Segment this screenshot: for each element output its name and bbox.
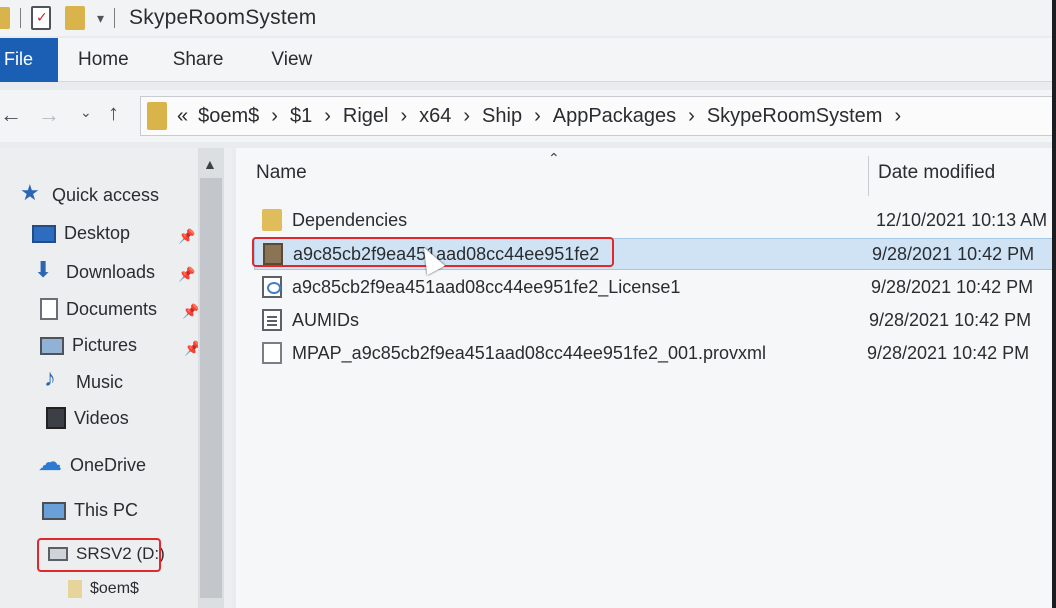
column-header-date-modified[interactable]: Date modified xyxy=(878,148,995,198)
nav-item-label: Downloads xyxy=(66,261,156,282)
chevron-right-icon[interactable]: › xyxy=(534,105,541,128)
pictures-icon xyxy=(40,336,64,355)
file-date: 9/28/2021 10:42 PM xyxy=(871,276,1034,297)
breadcrumb-rigel[interactable]: Rigel xyxy=(343,105,389,128)
file-row[interactable]: a9c85cb2f9ea451aad08cc44ee951fe2_License… xyxy=(262,271,1056,303)
downloads-icon xyxy=(34,257,58,283)
text-file-icon xyxy=(262,309,282,331)
desktop-icon xyxy=(32,224,56,243)
nav-pane-scrollbar[interactable]: ▲ xyxy=(198,148,224,608)
folder-icon xyxy=(68,580,82,598)
nav-item-label: Quick access xyxy=(52,184,160,205)
tab-view[interactable]: View xyxy=(271,38,312,82)
nav-item-this-pc[interactable]: This PC xyxy=(42,500,138,521)
chevron-right-icon[interactable]: › xyxy=(894,105,901,128)
folder-icon xyxy=(262,209,282,231)
music-icon xyxy=(44,365,68,393)
chevron-right-icon[interactable]: › xyxy=(688,105,695,128)
nav-item-videos[interactable]: Videos xyxy=(46,407,129,429)
breadcrumb-apppackages[interactable]: AppPackages xyxy=(553,105,676,128)
onedrive-icon xyxy=(38,448,62,477)
pin-icon[interactable]: 📌 xyxy=(182,303,199,320)
nav-item-downloads[interactable]: Downloads xyxy=(34,257,156,283)
nav-item-label: Documents xyxy=(66,298,158,319)
file-list: ⌃ Name Date modified Dependencies 12/10/… xyxy=(236,148,1056,608)
nav-item-oem[interactable]: $oem$ xyxy=(68,580,139,598)
nav-item-quick-access[interactable]: Quick access xyxy=(20,180,160,206)
pin-icon[interactable]: 📌 xyxy=(178,228,195,245)
divider xyxy=(114,8,116,28)
chevron-right-icon[interactable]: › xyxy=(324,105,331,128)
folder-icon xyxy=(0,7,10,29)
file-name: AUMIDs xyxy=(292,309,359,330)
file-row[interactable]: Dependencies 12/10/2021 10:13 AM xyxy=(262,204,1056,236)
back-arrow-icon[interactable]: ← xyxy=(0,102,22,128)
breadcrumb-oem[interactable]: $oem$ xyxy=(198,105,259,128)
highlight-outline xyxy=(37,538,161,572)
tab-file[interactable]: File xyxy=(0,37,58,82)
title-bar: ▾ SkypeRoomSystem xyxy=(0,0,1056,36)
file-row[interactable]: AUMIDs 9/28/2021 10:42 PM xyxy=(262,304,1056,336)
chevron-right-icon[interactable]: › xyxy=(271,105,278,128)
screen-bezel xyxy=(1052,0,1056,608)
nav-item-music[interactable]: Music xyxy=(44,365,124,393)
column-divider[interactable] xyxy=(868,156,869,196)
nav-item-documents[interactable]: Documents xyxy=(40,298,157,320)
breadcrumb-ship[interactable]: Ship xyxy=(482,105,522,128)
nav-item-label: Desktop xyxy=(64,223,131,243)
address-bar[interactable]: « $oem$ › $1 › Rigel › x64 › Ship › AppP… xyxy=(140,96,1056,136)
star-icon xyxy=(20,180,44,206)
recent-locations-icon[interactable]: ⌄ xyxy=(80,104,92,121)
folder-icon xyxy=(147,102,167,130)
nav-item-label: This PC xyxy=(74,500,139,520)
nav-item-label: $oem$ xyxy=(90,580,139,597)
divider xyxy=(20,8,21,28)
nav-item-label: Pictures xyxy=(72,335,138,355)
up-arrow-icon[interactable]: ↑ xyxy=(108,100,119,126)
videos-icon xyxy=(46,407,66,429)
nav-item-desktop[interactable]: Desktop xyxy=(32,223,130,244)
tab-home[interactable]: Home xyxy=(78,38,129,82)
breadcrumb-overflow[interactable]: « xyxy=(177,105,188,128)
breadcrumb-skyperoomsystem[interactable]: SkypeRoomSystem xyxy=(707,105,883,128)
file-name: Dependencies xyxy=(292,209,408,230)
license-file-icon xyxy=(262,276,282,298)
properties-icon[interactable] xyxy=(31,6,51,30)
chevron-right-icon[interactable]: › xyxy=(463,105,470,128)
scrollbar-thumb[interactable] xyxy=(200,178,222,598)
file-date: 12/10/2021 10:13 AM xyxy=(876,209,1048,230)
column-header-name[interactable]: Name xyxy=(256,148,307,198)
tab-share[interactable]: Share xyxy=(173,38,224,82)
file-date: 9/28/2021 10:42 PM xyxy=(867,342,1030,363)
sort-ascending-icon: ⌃ xyxy=(548,150,560,166)
breadcrumb-x64[interactable]: x64 xyxy=(419,105,451,128)
nav-item-label: OneDrive xyxy=(70,454,147,475)
this-pc-icon xyxy=(42,501,66,520)
customize-quick-access-icon[interactable]: ▾ xyxy=(97,10,104,27)
nav-item-label: Videos xyxy=(74,407,129,428)
nav-item-pictures[interactable]: Pictures xyxy=(40,335,137,356)
chevron-right-icon[interactable]: › xyxy=(400,105,407,128)
documents-icon xyxy=(40,298,58,320)
file-name: a9c85cb2f9ea451aad08cc44ee951fe2_License… xyxy=(292,276,681,297)
file-row[interactable]: MPAP_a9c85cb2f9ea451aad08cc44ee951fe2_00… xyxy=(262,337,1056,369)
forward-arrow-icon[interactable]: → xyxy=(38,102,60,128)
file-date: 9/28/2021 10:42 PM xyxy=(869,309,1032,330)
nav-item-label: Music xyxy=(76,371,124,392)
ribbon-tabs: File Home Share View xyxy=(0,37,1056,82)
new-folder-icon[interactable] xyxy=(65,6,85,30)
scroll-up-icon[interactable]: ▲ xyxy=(203,156,217,172)
pin-icon[interactable]: 📌 xyxy=(178,266,195,283)
navigation-bar: ← → ⌄ ↑ « $oem$ › $1 › Rigel › x64 › Shi… xyxy=(0,90,1056,142)
breadcrumb-1[interactable]: $1 xyxy=(290,105,312,128)
navigation-pane: Quick access Desktop 📌 Downloads 📌 Docum… xyxy=(0,148,232,608)
nav-item-onedrive[interactable]: OneDrive xyxy=(38,448,147,477)
file-date: 9/28/2021 10:42 PM xyxy=(872,243,1035,264)
file-name: MPAP_a9c85cb2f9ea451aad08cc44ee951fe2_00… xyxy=(292,342,767,363)
file-icon xyxy=(262,342,282,364)
window-title: SkypeRoomSystem xyxy=(129,6,317,29)
